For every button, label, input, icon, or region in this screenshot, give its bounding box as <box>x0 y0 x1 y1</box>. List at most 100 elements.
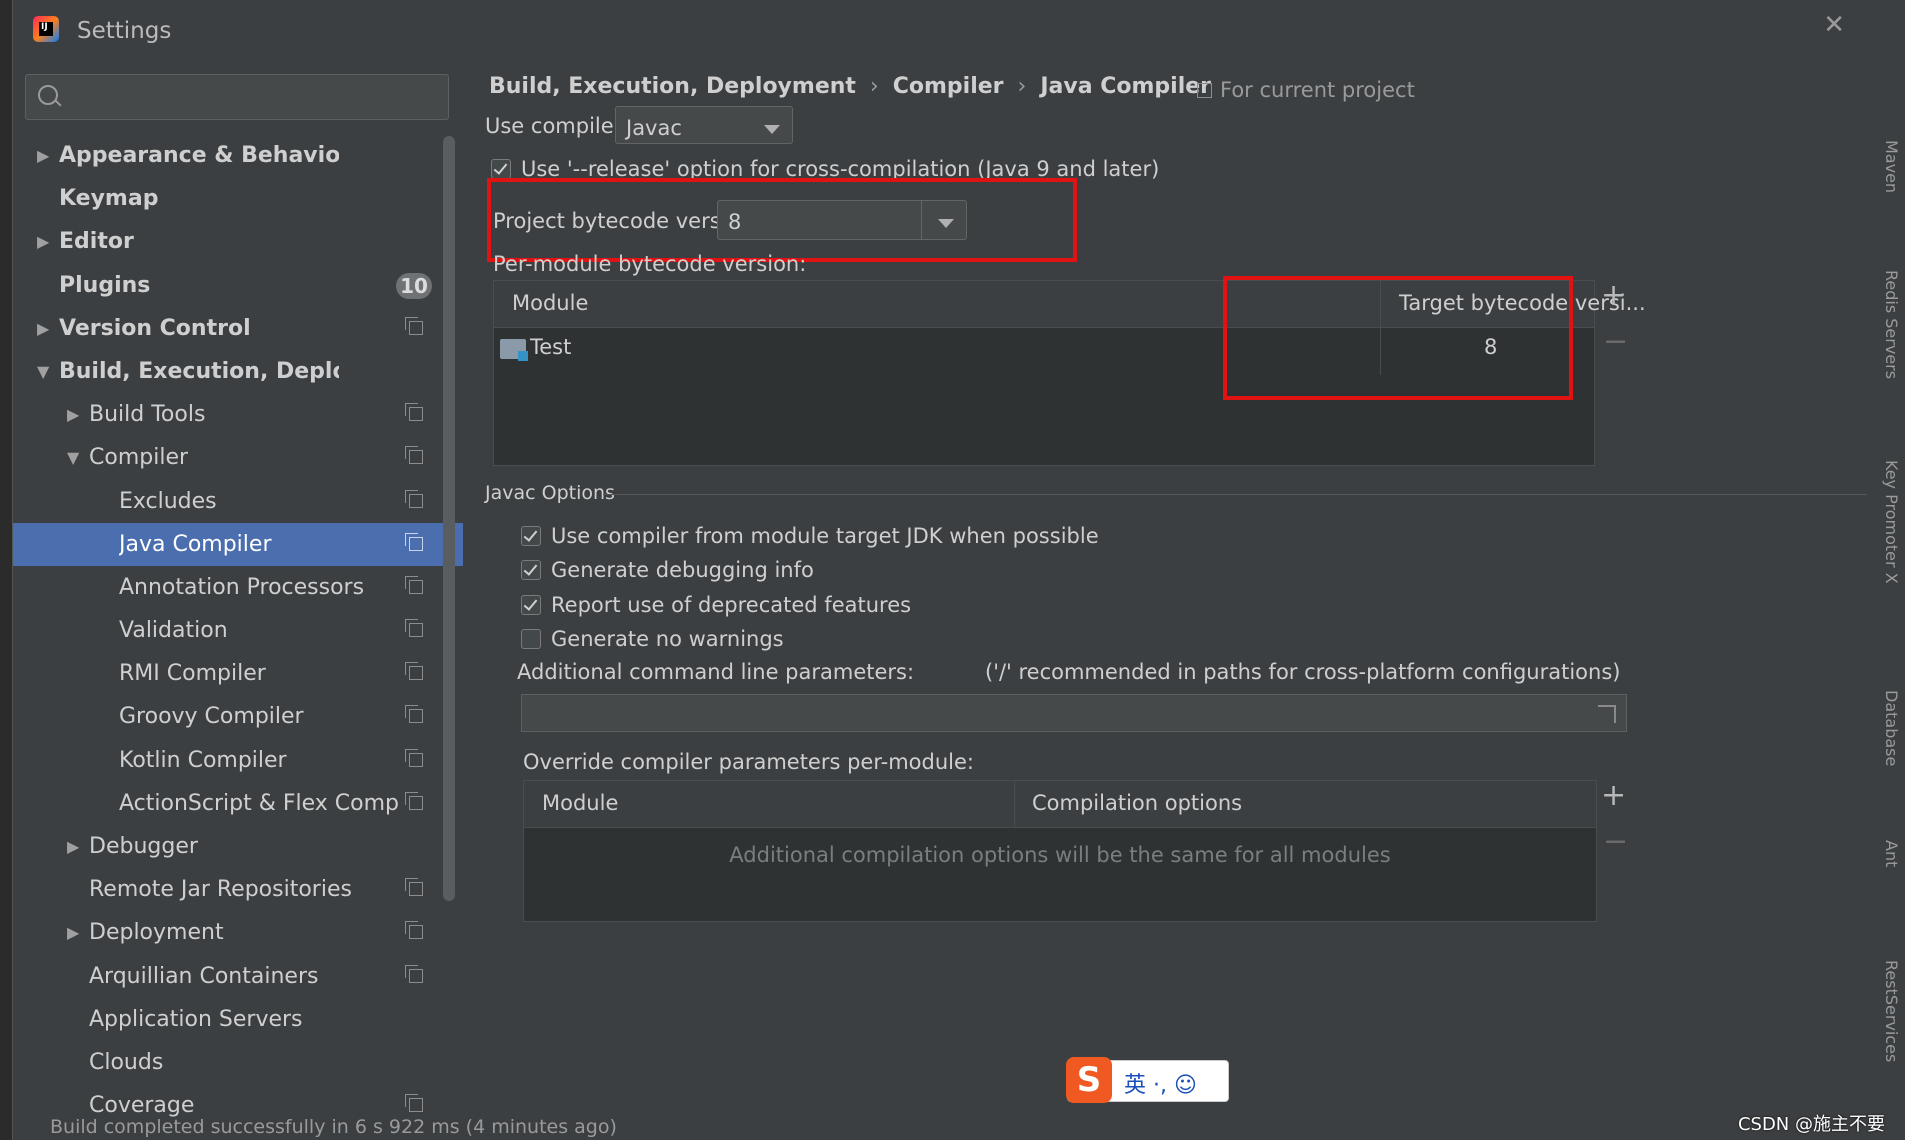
project-bytecode-value: 8 <box>728 210 742 234</box>
sidebar-item-label: Java Compiler <box>119 531 272 557</box>
per-module-label: Per-module bytecode version: <box>493 252 807 276</box>
sidebar-item-build-execution-deployment[interactable]: ▼ Build, Execution, Deployment <box>13 350 463 393</box>
no-warnings-checkbox[interactable] <box>521 629 541 649</box>
close-icon[interactable]: ✕ <box>1823 10 1845 40</box>
breadcrumb: Build, Execution, Deployment › Compiler › Ja… <box>489 74 1211 99</box>
chevron-right-icon: › <box>1017 74 1027 99</box>
settings-sidebar: ▶ Appearance & Behavior Keymap ▶ Editor Plugi… <box>13 60 463 1140</box>
sidebar-item-annotation-processors[interactable]: Annotation Processors <box>13 566 463 609</box>
sidebar-item-excludes[interactable]: Excludes <box>13 480 463 523</box>
sidebar-item-label: Kotlin Compiler <box>119 747 287 773</box>
use-module-jdk-checkbox[interactable] <box>521 526 541 546</box>
sidebar-item-label: Build Tools <box>89 402 206 428</box>
maven-tool-tab[interactable]: Maven <box>1882 140 1901 193</box>
remove-icon[interactable]: − <box>1603 824 1628 859</box>
chevron-down-icon[interactable]: ▼ <box>67 436 79 479</box>
project-scope-icon <box>1197 83 1212 98</box>
column-header-module[interactable]: Module <box>542 791 618 815</box>
release-option-checkbox[interactable] <box>491 159 511 179</box>
tool-window-strip: Maven Redis Servers Key Promoter X Datab… <box>1882 0 1905 1140</box>
project-scope-icon <box>405 619 423 638</box>
sidebar-item-build-tools[interactable]: ▶ Build Tools <box>13 393 463 436</box>
sidebar-item-label: Appearance & Behavior <box>59 143 339 168</box>
cmd-params-input[interactable] <box>521 694 1627 732</box>
database-tool-tab[interactable]: Database <box>1882 690 1901 766</box>
sidebar-item-remote-jar-repositories[interactable]: Remote Jar Repositories <box>13 868 463 911</box>
sidebar-item-label: Deployment <box>89 920 224 946</box>
cmd-params-label: Additional command line parameters: <box>517 660 915 684</box>
deprecated-features-checkbox[interactable] <box>521 595 541 615</box>
sidebar-item-deployment[interactable]: ▶ Deployment <box>13 911 463 954</box>
ant-tool-tab[interactable]: Ant <box>1882 840 1901 867</box>
add-icon[interactable]: + <box>1601 778 1626 813</box>
target-version[interactable]: 8 <box>1484 335 1497 359</box>
sidebar-item-java-compiler[interactable]: Java Compiler <box>13 522 463 566</box>
sidebar-item-clouds[interactable]: Clouds <box>13 1041 463 1084</box>
project-scope-icon <box>405 532 423 551</box>
override-table: Module Compilation options Additional co… <box>523 780 1597 922</box>
project-scope-icon <box>405 748 423 767</box>
compiler-value: Javac <box>626 116 682 140</box>
chevron-right-icon: › <box>869 74 879 99</box>
sidebar-item-debugger[interactable]: ▶ Debugger <box>13 825 463 868</box>
sidebar-item-label: Groovy Compiler <box>119 704 304 730</box>
chevron-right-icon[interactable]: ▶ <box>37 307 49 350</box>
ime-toolbar[interactable]: S 英 ·, ☺ <box>1066 1057 1229 1103</box>
redis-tool-tab[interactable]: Redis Servers <box>1882 270 1901 379</box>
remove-icon[interactable]: − <box>1603 324 1628 359</box>
sidebar-item-application-servers[interactable]: Application Servers <box>13 998 463 1041</box>
restservices-tool-tab[interactable]: RestServices <box>1882 960 1901 1062</box>
chevron-down-icon[interactable]: ▼ <box>37 350 49 393</box>
sidebar-item-groovy-compiler[interactable]: Groovy Compiler <box>13 695 463 738</box>
section-title: Javac Options <box>485 482 615 504</box>
ime-status: 英 ·, ☺ <box>1124 1073 1197 1098</box>
override-label: Override compiler parameters per-module: <box>523 750 974 774</box>
sidebar-item-actionscript-flex-compiler[interactable]: ActionScript & Flex Compiler <box>13 782 463 825</box>
sidebar-item-validation[interactable]: Validation <box>13 609 463 652</box>
use-compiler-label: Use compiler: <box>485 114 630 138</box>
project-scope-icon <box>405 705 423 724</box>
sidebar-item-label: Excludes <box>119 488 217 514</box>
sidebar-item-plugins[interactable]: Plugins 10 <box>13 264 463 307</box>
update-count-badge: 10 <box>396 272 432 299</box>
breadcrumb-item[interactable]: Build, Execution, Deployment <box>489 74 856 99</box>
sidebar-scrollbar[interactable] <box>443 136 455 901</box>
sidebar-item-label: Application Servers <box>89 1006 303 1032</box>
checkbox-label: Generate debugging info <box>551 558 814 582</box>
sidebar-item-kotlin-compiler[interactable]: Kotlin Compiler <box>13 739 463 782</box>
sidebar-item-rmi-compiler[interactable]: RMI Compiler <box>13 652 463 695</box>
add-icon[interactable]: + <box>1601 278 1626 313</box>
debugging-info-checkbox[interactable] <box>521 560 541 580</box>
module-folder-icon <box>500 339 528 361</box>
per-module-table: Module Target bytecode versi... Test 8 <box>493 280 1646 466</box>
column-header-options[interactable]: Compilation options <box>1032 791 1242 815</box>
chevron-right-icon[interactable]: ▶ <box>37 220 49 263</box>
chevron-right-icon[interactable]: ▶ <box>37 134 49 177</box>
sidebar-item-keymap[interactable]: Keymap <box>13 177 463 220</box>
chevron-right-icon[interactable]: ▶ <box>67 825 79 868</box>
watermark: CSDN @施主不要 <box>1737 1114 1885 1135</box>
column-header-module[interactable]: Module <box>512 291 588 315</box>
breadcrumb-item[interactable]: Compiler <box>893 74 1004 99</box>
chevron-right-icon[interactable]: ▶ <box>67 911 79 954</box>
sidebar-item-editor[interactable]: ▶ Editor <box>13 220 463 263</box>
sidebar-item-label: Debugger <box>89 834 198 859</box>
sidebar-item-appearance-behavior[interactable]: ▶ Appearance & Behavior <box>13 134 463 177</box>
project-bytecode-combo[interactable]: 8 <box>717 200 967 240</box>
java-compiler-panel: Build, Execution, Deployment › Compiler › Ja… <box>477 60 1885 1140</box>
compiler-select[interactable]: Javac <box>615 106 793 144</box>
project-scope-icon <box>405 791 423 810</box>
sidebar-item-compiler[interactable]: ▼ Compiler <box>13 436 463 479</box>
sidebar-item-label: Version Control <box>59 315 251 341</box>
key-promoter-tool-tab[interactable]: Key Promoter X <box>1882 460 1901 584</box>
sidebar-item-label: Remote Jar Repositories <box>89 877 352 903</box>
sidebar-item-version-control[interactable]: ▶ Version Control <box>13 307 463 350</box>
status-text: Build completed successfully in 6 s 922 … <box>50 1118 617 1138</box>
expand-icon[interactable] <box>1598 705 1616 723</box>
sidebar-item-arquillian-containers[interactable]: Arquillian Containers <box>13 955 463 998</box>
project-scope-icon <box>405 1094 423 1113</box>
table-row[interactable]: Test 8 <box>494 329 1594 369</box>
project-scope-icon <box>405 446 423 465</box>
search-input[interactable] <box>25 74 449 120</box>
chevron-right-icon[interactable]: ▶ <box>67 393 79 436</box>
